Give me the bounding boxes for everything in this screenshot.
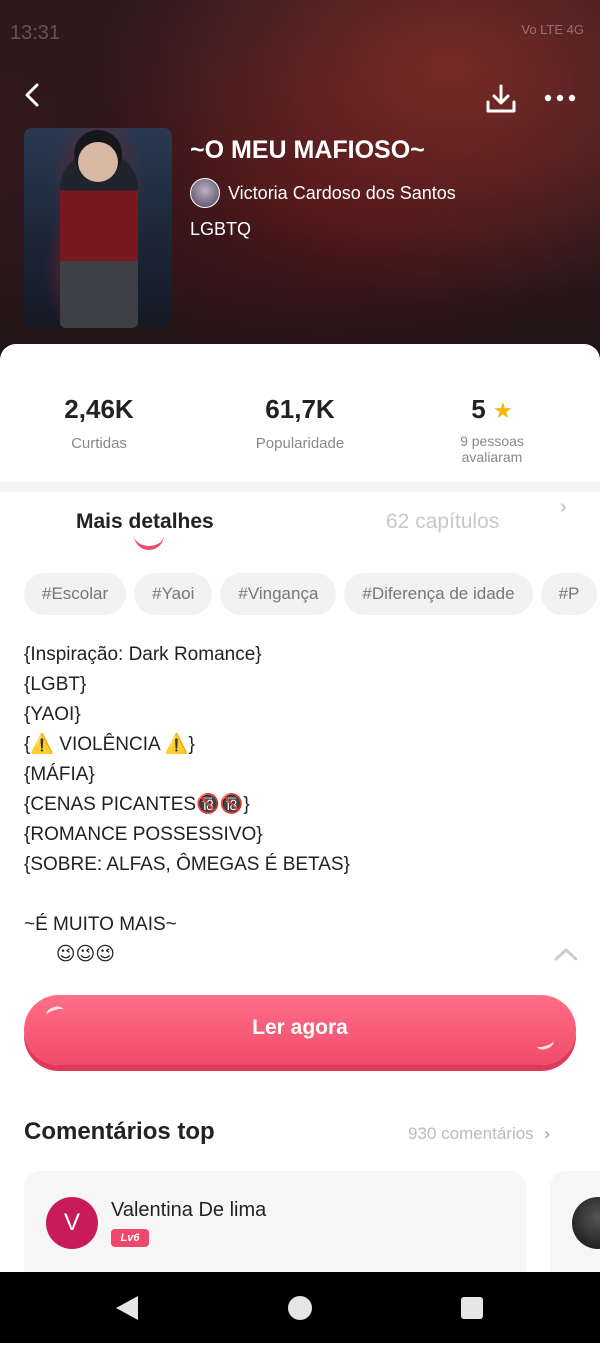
tag-chip[interactable]: #Diferença de idade — [344, 573, 533, 615]
rating-row: 5 ★ — [402, 394, 582, 425]
author-row[interactable]: Victoria Cardoso dos Santos — [190, 178, 456, 208]
likes-label: Curtidas — [71, 435, 127, 452]
cover-figure-head — [78, 142, 118, 182]
system-nav-bar — [0, 1272, 600, 1343]
stats-row: 2,46K Curtidas 61,7K Popularidade 5 ★ 9 … — [0, 394, 600, 518]
stat-likes: 2,46K Curtidas — [9, 394, 189, 452]
collapse-description-button[interactable] — [552, 944, 580, 964]
star-icon: ★ — [492, 398, 513, 423]
status-network: Vo LTE 4G — [521, 22, 584, 37]
book-cover[interactable] — [24, 128, 172, 328]
rating-value: 5 — [471, 394, 486, 424]
likes-value: 2,46K — [64, 394, 134, 424]
popularity-value: 61,7K — [265, 394, 335, 424]
avatar[interactable] — [572, 1197, 600, 1249]
popularity-label: Popularidade — [255, 435, 345, 452]
back-arrow-icon — [25, 83, 39, 107]
stat-rating[interactable]: 5 ★ 9 pessoas avaliaram — [402, 394, 582, 465]
author-avatar[interactable] — [190, 178, 220, 208]
nav-back-button[interactable] — [88, 1272, 168, 1343]
read-now-button[interactable]: Ler agora — [24, 995, 576, 1065]
stat-popularity: 61,7K Popularidade — [210, 394, 390, 452]
nav-recents-button[interactable] — [432, 1272, 512, 1343]
rating-label: 9 pessoas avaliaram — [460, 433, 524, 465]
tab-active-indicator — [134, 532, 164, 550]
book-description: {Inspiração: Dark Romance} {LGBT} {YAOI}… — [24, 644, 350, 965]
chevron-right-icon[interactable]: › — [560, 496, 567, 519]
tag-list: #Escolar #Yaoi #Vingança #Diferença de idad… — [24, 573, 600, 615]
author-name[interactable]: Victoria Cardoso dos Santos — [228, 183, 456, 204]
square-recents-icon — [461, 1297, 483, 1319]
level-badge: Lv6 — [111, 1229, 149, 1247]
tab-chapters[interactable]: 62 capítulos — [386, 510, 499, 534]
commenter-name[interactable]: Valentina De lima — [111, 1199, 266, 1222]
book-genre: LGBTQ — [190, 219, 252, 239]
details-card: 2,46K Curtidas 61,7K Popularidade 5 ★ 9 … — [0, 344, 600, 1344]
back-button[interactable] — [18, 80, 48, 110]
tag-chip[interactable]: #Yaoi — [134, 573, 213, 615]
book-title: ~O MEU MAFIOSO~ — [190, 136, 425, 164]
tag-chip[interactable]: #P — [540, 573, 598, 615]
tab-details[interactable]: Mais detalhes — [76, 510, 214, 534]
chevron-right-icon: › — [544, 1124, 551, 1143]
status-bar: 13:31 Vo LTE 4G — [0, 0, 600, 64]
circle-home-icon — [288, 1296, 312, 1320]
more-icon — [544, 94, 576, 102]
avatar[interactable]: V — [46, 1197, 98, 1249]
status-time: 13:31 — [10, 22, 61, 44]
nav-home-button[interactable] — [260, 1272, 340, 1343]
section-divider — [0, 482, 600, 492]
chevron-up-icon — [554, 948, 578, 961]
more-options-button[interactable] — [540, 84, 580, 112]
download-button[interactable] — [484, 82, 518, 116]
tag-chip[interactable]: #Escolar — [24, 573, 127, 615]
comments-title: Comentários top — [24, 1118, 215, 1145]
comments-count-link[interactable]: 930 comentários › — [408, 1124, 550, 1144]
download-icon — [486, 84, 516, 113]
triangle-back-icon — [116, 1296, 138, 1320]
tag-chip[interactable]: #Vingança — [220, 573, 337, 615]
